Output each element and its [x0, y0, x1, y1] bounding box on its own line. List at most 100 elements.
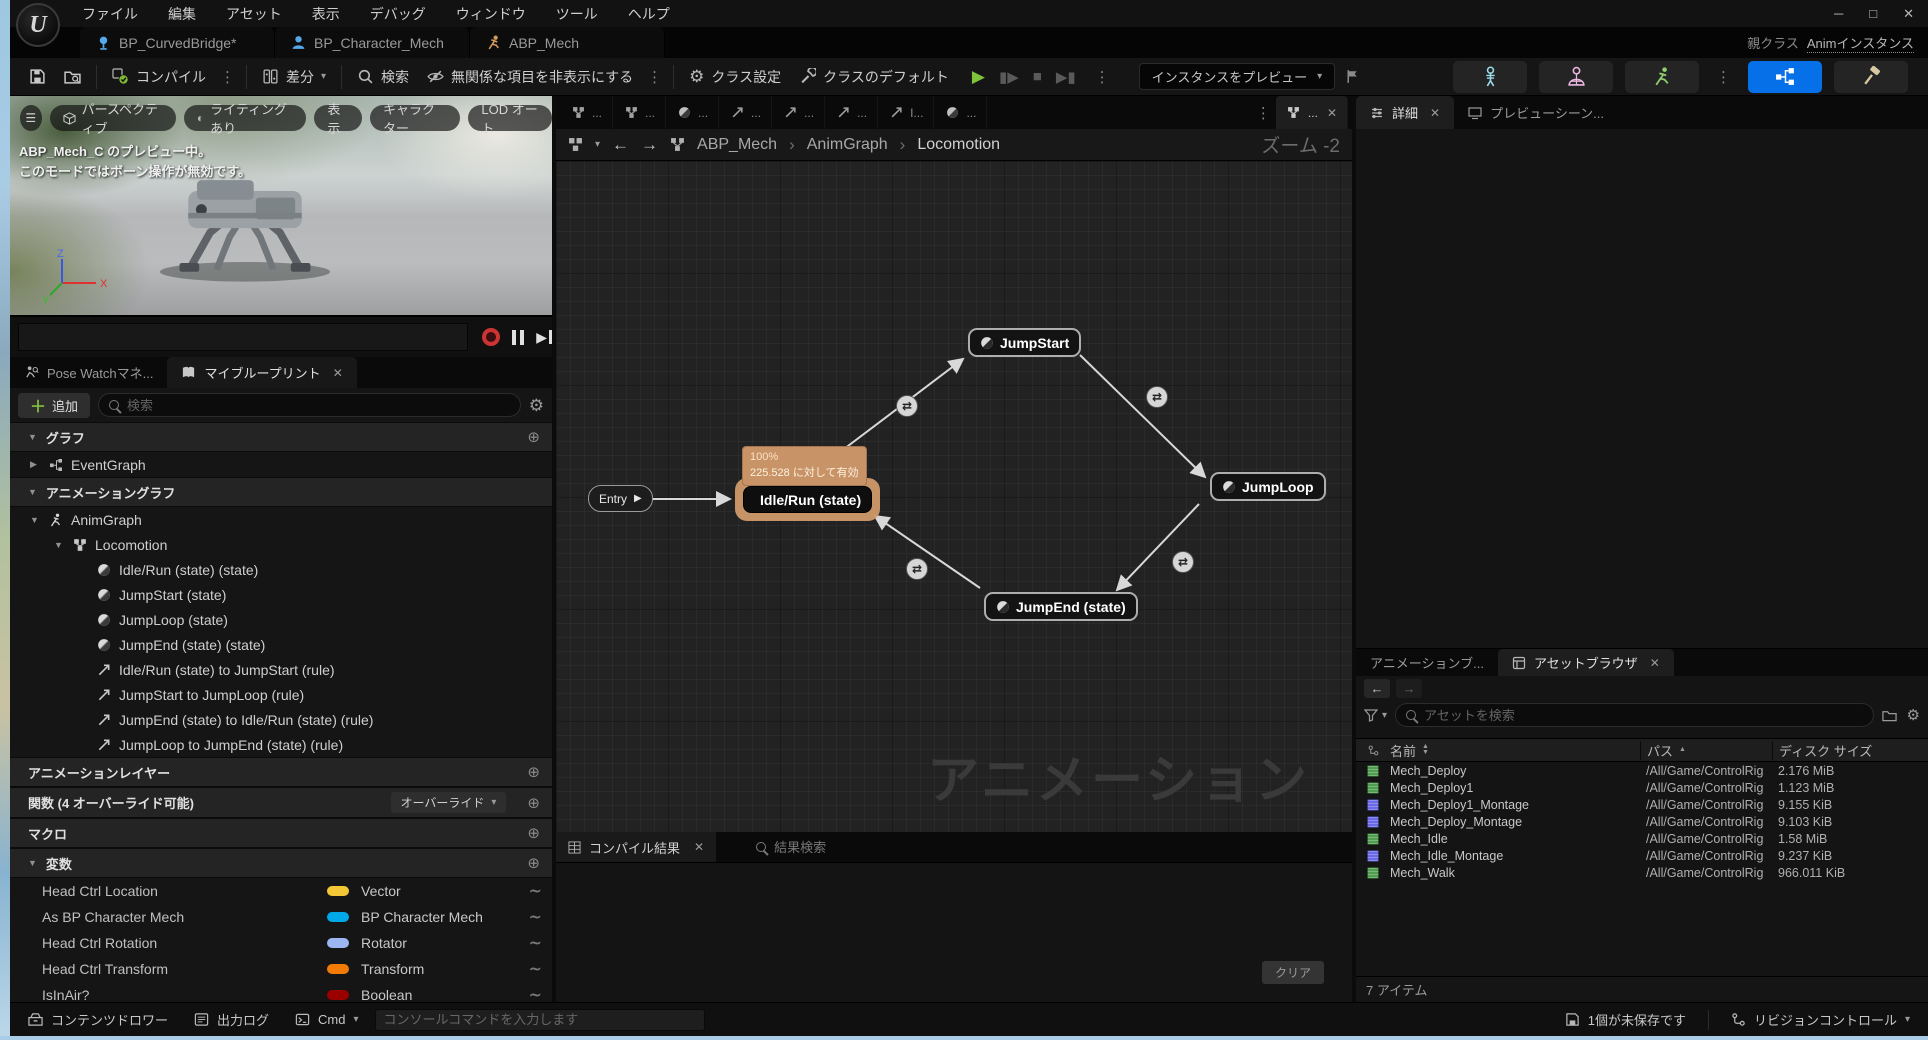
asset-row[interactable]: Mech_Idle /All/Game/ControlRig 1.58 MiB: [1356, 830, 1928, 847]
hide-unrelated-button[interactable]: 無関係な項目を非表示にする: [418, 58, 642, 96]
tree-item[interactable]: JumpStart (state): [10, 582, 552, 607]
tree-item[interactable]: JumpEnd (state) (state): [10, 632, 552, 657]
parent-class-link[interactable]: Animインスタンス: [1806, 33, 1914, 53]
graph-doc-tab[interactable]: ...: [825, 96, 879, 129]
asset-row[interactable]: Mech_Deploy_Montage /All/Game/ControlRig…: [1356, 813, 1928, 830]
tree-item[interactable]: ▼ AnimGraph: [10, 507, 552, 532]
tab-compile-results[interactable]: コンパイル結果 ✕: [556, 832, 717, 862]
variable-row[interactable]: IsInAir? Boolean ∼: [10, 982, 552, 1002]
play-icon[interactable]: ▶: [972, 67, 985, 87]
animation-mode-options-icon[interactable]: ⋮: [1711, 68, 1736, 86]
menu-item[interactable]: ファイル: [82, 4, 138, 24]
variable-row[interactable]: As BP Character Mech BP Character Mech ∼: [10, 904, 552, 930]
asset-row[interactable]: Mech_Deploy1_Montage /All/Game/ControlRi…: [1356, 796, 1928, 813]
jumpend-state-node[interactable]: JumpEnd (state): [984, 592, 1138, 621]
diff-button[interactable]: 差分 ▾: [253, 58, 335, 96]
close-tab-icon[interactable]: ✕: [1650, 656, 1660, 670]
menu-item[interactable]: デバッグ: [370, 4, 426, 24]
column-size[interactable]: ディスク サイズ: [1772, 740, 1928, 760]
add-variable-icon[interactable]: ⊕: [527, 854, 540, 872]
perspective-dropdown[interactable]: パースペクティブ: [49, 102, 176, 136]
menu-item[interactable]: アセット: [226, 4, 282, 24]
tree-item[interactable]: Idle/Run (state) to JumpStart (rule): [10, 657, 552, 682]
variable-type-pill[interactable]: [327, 938, 349, 948]
jumploop-state-node[interactable]: JumpLoop: [1210, 472, 1326, 501]
compile-button[interactable]: コンパイル: [103, 58, 215, 96]
step-forward-icon[interactable]: ▶: [536, 329, 552, 346]
character-dropdown[interactable]: キャラクター: [370, 102, 461, 136]
close-tab-icon[interactable]: ✕: [694, 840, 704, 854]
idle-run-state-node[interactable]: Idle/Run (state): [743, 486, 873, 516]
console-command-input[interactable]: [383, 1012, 696, 1027]
section-expander-icon[interactable]: ▼: [28, 487, 37, 497]
section-animation-layers[interactable]: アニメーションレイヤー ⊕: [10, 757, 552, 787]
add-graph-icon[interactable]: ⊕: [527, 428, 540, 446]
tree-item[interactable]: JumpLoop (state): [10, 607, 552, 632]
asset-editor-tab[interactable]: BP_Character_Mech ✕: [275, 27, 470, 58]
hide-unrelated-options-icon[interactable]: ⋮: [642, 68, 667, 86]
entry-output-pin[interactable]: ▶: [634, 493, 642, 504]
variable-visibility-icon[interactable]: ∼: [529, 959, 542, 979]
breadcrumb-root[interactable]: ABP_Mech: [697, 136, 777, 154]
section-variables[interactable]: ▼ 変数 ⊕: [10, 848, 552, 878]
back-arrow-icon[interactable]: ←: [612, 135, 629, 155]
tree-item[interactable]: JumpStart to JumpLoop (rule): [10, 682, 552, 707]
menu-item[interactable]: 表示: [312, 4, 340, 24]
search-input[interactable]: [127, 397, 510, 413]
add-button[interactable]: ＋ 追加: [18, 392, 91, 418]
blueprint-mode-button[interactable]: [1748, 60, 1822, 93]
asset-row[interactable]: Mech_Walk /All/Game/ControlRig 966.011 K…: [1356, 864, 1928, 881]
tree-item[interactable]: JumpEnd (state) to Idle/Run (state) (rul…: [10, 707, 552, 732]
graph-doc-tab[interactable]: ...: [560, 96, 614, 129]
pause-icon[interactable]: [512, 329, 525, 345]
menu-item[interactable]: ヘルプ: [628, 4, 670, 24]
unsaved-assets-button[interactable]: 1個が未保存です: [1555, 1003, 1696, 1037]
output-log-button[interactable]: 出力ログ: [184, 1003, 279, 1037]
variable-visibility-icon[interactable]: ∼: [529, 933, 542, 953]
column-path[interactable]: パス ▲: [1640, 740, 1772, 760]
minimize-button[interactable]: ─: [1834, 6, 1843, 22]
override-dropdown[interactable]: オーバーライド ▾: [390, 792, 507, 813]
stop-icon[interactable]: ■: [1033, 68, 1042, 85]
class-settings-button[interactable]: ⚙ クラス設定: [680, 58, 790, 96]
asset-editor-tab[interactable]: BP_CurvedBridge* ✕: [80, 27, 275, 58]
timeline-scrubber[interactable]: [18, 323, 469, 351]
breadcrumb-animgraph[interactable]: AnimGraph: [807, 136, 888, 154]
variable-visibility-icon[interactable]: ∼: [529, 907, 542, 927]
add-macro-icon[interactable]: ⊕: [527, 824, 540, 842]
graph-doc-tab[interactable]: I...: [878, 96, 935, 129]
tab-preview-scene[interactable]: プレビューシーン...: [1454, 96, 1618, 129]
column-revision-icon[interactable]: [1356, 745, 1390, 756]
add-animation-layer-icon[interactable]: ⊕: [527, 763, 540, 781]
lod-dropdown[interactable]: LOD オート: [468, 102, 552, 136]
expander-arrow[interactable]: ▼: [54, 540, 65, 550]
animation-mode-button[interactable]: [1625, 60, 1699, 93]
entry-node[interactable]: Entry ▶: [588, 485, 653, 512]
content-drawer-button[interactable]: コンテンツドロワー: [18, 1003, 178, 1037]
section-macros[interactable]: マクロ ⊕: [10, 818, 552, 848]
compile-results-search[interactable]: [756, 839, 1352, 855]
section-expander-icon[interactable]: ▼: [28, 432, 37, 442]
tab-asset-browser[interactable]: アセットブラウザ ✕: [1497, 649, 1674, 676]
play-options-icon[interactable]: ⋮: [1090, 68, 1115, 86]
transition-rule-icon[interactable]: ⇄: [906, 558, 928, 580]
variable-row[interactable]: Head Ctrl Location Vector ∼: [10, 878, 552, 904]
lit-mode-dropdown[interactable]: ◐ ライティングあり: [183, 102, 307, 136]
graph-doc-tab[interactable]: ...: [934, 96, 988, 129]
my-blueprint-search[interactable]: [98, 393, 521, 417]
asset-row[interactable]: Mech_Idle_Montage /All/Game/ControlRig 9…: [1356, 847, 1928, 864]
variable-row[interactable]: Head Ctrl Rotation Rotator ∼: [10, 930, 552, 956]
variable-row[interactable]: Head Ctrl Transform Transform ∼: [10, 956, 552, 982]
chevron-down-icon[interactable]: ▾: [595, 139, 600, 150]
graph-type-icon[interactable]: [568, 137, 583, 152]
preview-viewport[interactable]: X Z Y ☰ パースペクティブ ◐ ライティングあり 表示 キャラクター LO…: [10, 96, 552, 315]
browser-settings-icon[interactable]: ⚙: [1907, 708, 1920, 723]
asset-row[interactable]: Mech_Deploy /All/Game/ControlRig 2.176 M…: [1356, 762, 1928, 779]
variable-visibility-icon[interactable]: ∼: [529, 985, 542, 1002]
revision-control-dropdown[interactable]: リビジョンコントロール ▾: [1721, 1003, 1920, 1037]
section-expander-icon[interactable]: ▼: [28, 858, 37, 868]
column-name[interactable]: 名前 ▲ ▼: [1390, 741, 1640, 760]
graph-doc-tab[interactable]: ...: [666, 96, 720, 129]
results-search-input[interactable]: [774, 839, 1352, 855]
menu-item[interactable]: ツール: [556, 4, 598, 24]
